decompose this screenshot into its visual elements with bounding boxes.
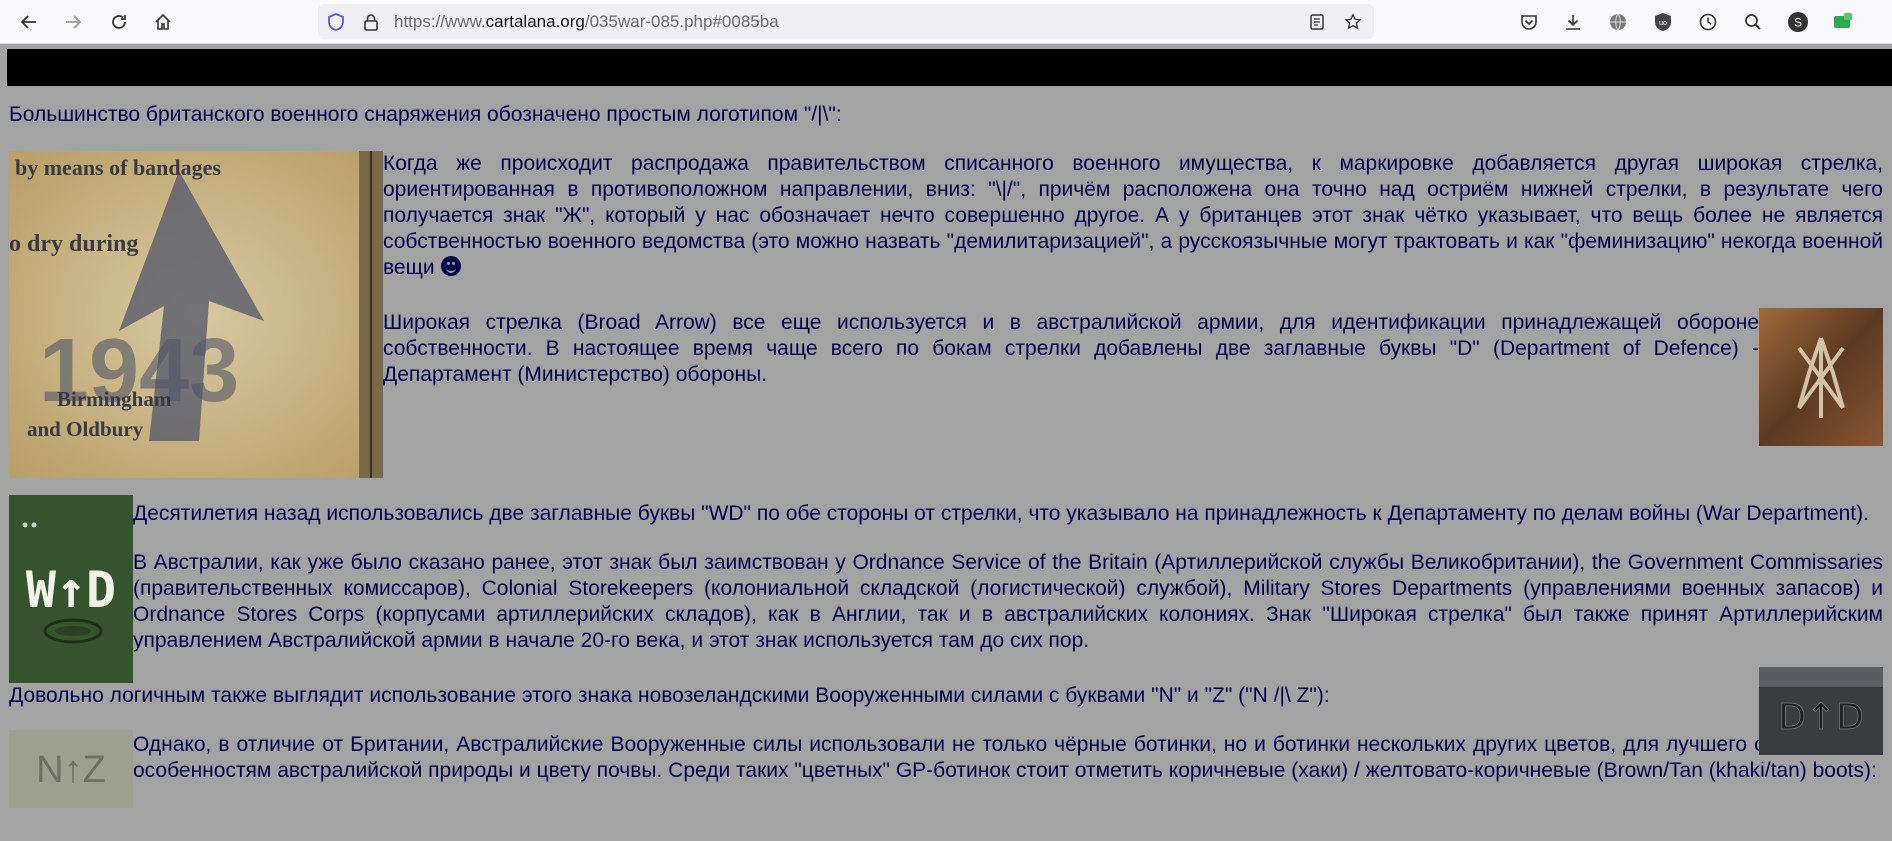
url-text[interactable]: https://www.cartalana.org/035war-085.php…	[394, 4, 779, 39]
paragraph-new-zealand: Довольно логичным также выглядит использ…	[9, 684, 1330, 707]
download-icon[interactable]	[1561, 10, 1585, 34]
wd-arrow-mark-image: W↑D	[9, 495, 133, 683]
stamp-text-line2: o dry during	[9, 231, 138, 257]
bookmark-star-icon[interactable]	[1344, 13, 1362, 31]
paragraph-australia-history: В Австралии, как уже было сказано ранее,…	[133, 551, 1883, 652]
shield-extension-icon[interactable]: uo	[1651, 10, 1675, 34]
stamp-text-line4: and Oldbury	[27, 417, 144, 441]
reload-icon[interactable]	[106, 9, 132, 35]
reader-view-icon[interactable]	[1308, 13, 1326, 31]
svg-text:uo: uo	[1659, 20, 1667, 27]
article-content: Большинство британского военного снаряже…	[9, 102, 1883, 808]
paragraph-colored-boots: Однако, в отличие от Британии, Австралий…	[133, 733, 1883, 782]
pocket-icon[interactable]	[1517, 10, 1541, 34]
browser-toolbar: https://www.cartalana.org/035war-085.php…	[0, 0, 1892, 44]
dd-arrow-mark-image	[1759, 308, 1883, 446]
translate-icon[interactable]	[1606, 10, 1630, 34]
stamp-text-line1: by means of bandages	[15, 155, 221, 180]
forward-arrow-icon[interactable]	[60, 9, 86, 35]
wd-mark-text: W↑D	[26, 561, 116, 619]
account-icon[interactable]: S	[1786, 10, 1810, 34]
smiley-icon	[440, 256, 461, 276]
page-header-bar	[7, 49, 1892, 86]
lock-icon[interactable]	[362, 13, 380, 31]
paragraph-intro: Большинство британского военного снаряже…	[9, 103, 842, 126]
nz-arrow-mark-image: N↑Z	[9, 730, 133, 808]
home-icon[interactable]	[150, 9, 176, 35]
url-bar[interactable]: https://www.cartalana.org/035war-085.php…	[318, 4, 1374, 39]
back-arrow-icon[interactable]	[16, 9, 42, 35]
history-icon[interactable]	[1696, 10, 1720, 34]
svg-text:S: S	[1794, 16, 1802, 30]
stamp-1943-image: by means of bandages o dry during 1943 B…	[9, 151, 383, 478]
search-icon[interactable]	[1741, 10, 1765, 34]
dad-mark-text: D↑D	[1778, 697, 1864, 738]
paragraph-wd: Десятилетия назад использовались две заг…	[133, 502, 1869, 525]
stamp-text-line3: Birmingham	[57, 387, 172, 411]
nz-mark-text: N↑Z	[36, 749, 106, 791]
extension-icon[interactable]	[1831, 10, 1855, 34]
dad-mark-image: D↑D	[1759, 667, 1883, 755]
tracking-shield-icon[interactable]	[327, 13, 345, 31]
